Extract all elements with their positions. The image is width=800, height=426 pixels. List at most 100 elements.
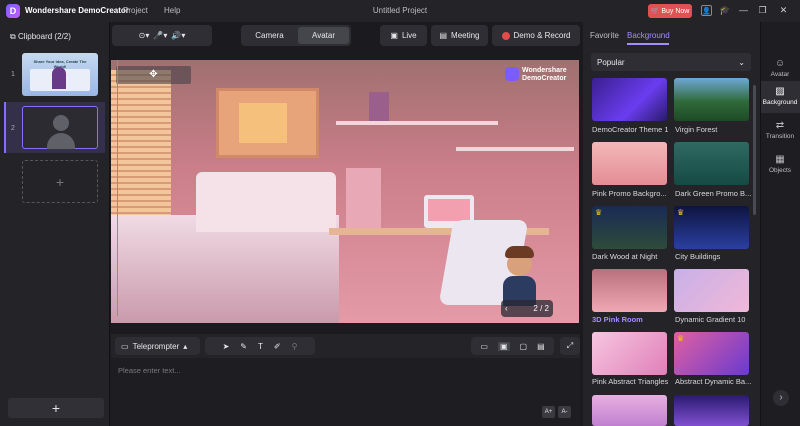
category-dropdown[interactable]: Popular ⌄ [591, 53, 751, 71]
clip-thumbnail-1[interactable]: Share Your Idea, Create The World! [22, 53, 98, 96]
background-thumb[interactable] [674, 269, 749, 312]
preview-canvas[interactable]: Wondershare DemoCreator ✥ ‹ 2 / 2 [111, 60, 579, 323]
text-icon[interactable]: T [258, 342, 263, 351]
transition-icon: ⇄ [775, 120, 785, 131]
edit-icon[interactable]: ✐ [274, 342, 281, 351]
background-label: DemoCreator Theme 1 [592, 125, 668, 134]
teleprompter-icon: ▭ [121, 341, 129, 351]
record-icon [501, 31, 510, 40]
clipboard-label: Clipboard (2/2) [17, 32, 71, 41]
rail-background[interactable]: ▨ Background [760, 86, 800, 106]
shelf-upper [336, 121, 498, 125]
clip-number: 2 [11, 125, 15, 132]
clip-thumbnail-2[interactable] [22, 106, 98, 149]
headboard [196, 172, 336, 232]
person-placeholder-icon [53, 115, 69, 131]
crown-icon: ♛ [677, 334, 685, 343]
demo-record-label: Demo & Record [513, 31, 571, 40]
clipboard-header: ⧉ Clipboard (2/2) [10, 32, 71, 42]
buy-now-button[interactable]: 🛒 Buy Now [648, 4, 692, 18]
background-thumb[interactable] [674, 395, 749, 426]
watermark-line2: DemoCreator [522, 75, 567, 82]
background-thumb[interactable] [674, 78, 749, 121]
guide-line [117, 60, 118, 316]
teleprompter-dropdown[interactable]: ▭ Teleprompter ▴ [115, 337, 200, 355]
teleprompter-tools: ➤ ✎ T ✐ ⚲ [205, 337, 315, 355]
meeting-icon: ▤ [439, 31, 448, 40]
avatar-pager[interactable]: ‹ 2 / 2 [501, 300, 553, 317]
layout-4-icon[interactable]: ▤ [537, 342, 545, 351]
pager-text: 2 / 2 [533, 304, 549, 313]
background-label: Pink Promo Backgro... [592, 189, 667, 198]
location-icon[interactable]: ⊙▾ [139, 31, 150, 40]
chevron-down-icon: ⌄ [738, 57, 745, 67]
font-decrease-button[interactable]: A- [558, 406, 571, 418]
rail-transition[interactable]: ⇄ Transition [760, 120, 800, 140]
close-icon[interactable]: ✕ [778, 5, 789, 16]
live-button[interactable]: ▣ Live [380, 25, 427, 46]
rail-objects[interactable]: ▦ Objects [760, 154, 800, 174]
crown-icon: ♛ [677, 208, 685, 217]
demo-record-button[interactable]: Demo & Record [492, 25, 580, 46]
microphone-icon[interactable]: 🎤▾ [153, 31, 167, 40]
layers-icon: ⧉ [10, 32, 18, 41]
shelf-cabinet [346, 168, 381, 228]
background-label: Dynamic Gradient 10 [675, 315, 746, 324]
cursor-icon[interactable]: ➤ [223, 342, 230, 351]
background-thumb[interactable] [592, 395, 667, 426]
restore-icon[interactable]: ❐ [757, 5, 768, 16]
add-button[interactable]: + [8, 398, 104, 418]
wall-art-block [239, 103, 287, 143]
tab-background[interactable]: Background [627, 31, 670, 40]
rail-avatar[interactable]: ☺ Avatar [760, 58, 800, 78]
move-handle-icon[interactable]: ✥ [116, 66, 191, 84]
objects-icon: ▦ [775, 154, 785, 165]
background-label: Pink Abstract Triangles [592, 377, 668, 386]
user-icon[interactable]: 👤 [701, 5, 712, 16]
watermark-line1: Wondershare [522, 67, 567, 74]
teleprompter-label: Teleprompter [132, 341, 180, 351]
tab-camera[interactable]: Camera [243, 27, 296, 44]
rail-transition-label: Transition [765, 133, 795, 140]
tab-favorite[interactable]: Favorite [590, 31, 619, 40]
background-thumb[interactable] [674, 142, 749, 185]
scrollbar[interactable] [753, 85, 756, 215]
stamp-icon[interactable]: ⚲ [292, 342, 298, 351]
background-icon: ▨ [775, 86, 785, 97]
meeting-label: Meeting [451, 31, 480, 40]
speaker-icon[interactable]: 🔊▾ [171, 31, 185, 40]
background-label-selected: 3D Pink Room [592, 315, 643, 324]
device-controls: ⊙▾ 🎤▾ 🔊▾ [112, 25, 212, 46]
cart-icon: 🛒 [650, 8, 660, 15]
pen-icon[interactable]: ✎ [240, 342, 247, 351]
meeting-button[interactable]: ▤ Meeting [431, 25, 488, 46]
layout-1-icon[interactable]: ▭ [480, 342, 488, 351]
layout-3-icon[interactable]: ▢ [520, 342, 528, 351]
chevron-up-icon: ▴ [183, 341, 188, 351]
chevron-right-icon[interactable]: › [773, 390, 789, 406]
add-clip-button[interactable]: + [22, 160, 98, 203]
clip1-person [52, 67, 66, 89]
tab-avatar[interactable]: Avatar [298, 27, 349, 44]
teleprompter-placeholder: Please enter text... [118, 366, 181, 375]
watermark-text: Wondershare DemoCreator [522, 67, 567, 83]
teleprompter-text-area[interactable]: Please enter text... A+ A- [111, 358, 580, 426]
chevron-left-icon[interactable]: ‹ [505, 304, 508, 313]
layout-options: ▭ ▣ ▢ ▤ [471, 337, 554, 355]
background-label: Abstract Dynamic Ba... [675, 377, 751, 386]
expand-icon[interactable]: ⤢ [560, 337, 580, 355]
graduation-icon[interactable]: 🎓 [719, 5, 730, 16]
background-thumb[interactable] [592, 78, 667, 121]
rail-avatar-label: Avatar [770, 71, 790, 78]
background-label: Dark Wood at Night [592, 252, 658, 261]
books [369, 92, 389, 121]
font-increase-button[interactable]: A+ [542, 406, 555, 418]
minimize-icon[interactable]: — [738, 5, 749, 16]
background-thumb[interactable] [592, 269, 667, 312]
background-thumb[interactable]: ♛ [674, 206, 749, 249]
background-thumb[interactable] [592, 142, 667, 185]
layout-2-icon[interactable]: ▣ [497, 341, 510, 351]
background-thumb[interactable]: ♛ [592, 206, 667, 249]
background-thumb[interactable] [592, 332, 667, 375]
background-thumb[interactable]: ♛ [674, 332, 749, 375]
